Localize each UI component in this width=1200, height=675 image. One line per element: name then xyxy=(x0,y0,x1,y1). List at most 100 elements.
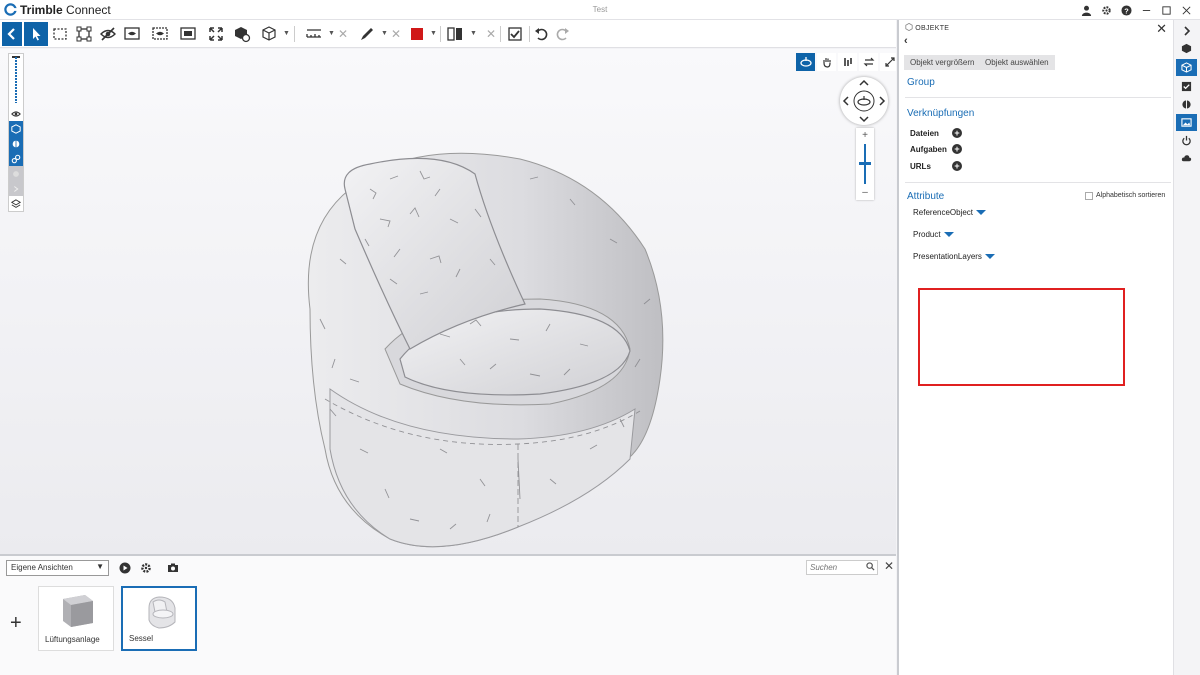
armchair-preview xyxy=(148,596,176,629)
chevron-down-icon: ▼ xyxy=(96,562,104,571)
add-task-icon[interactable]: + xyxy=(952,144,962,154)
caret-down-icon xyxy=(984,254,995,260)
attribute-row[interactable]: Product xyxy=(913,230,954,239)
view-side-toolbar xyxy=(8,53,24,212)
checklist-box-icon xyxy=(508,27,522,41)
view-thumbnail-selected[interactable]: Sessel xyxy=(121,586,197,651)
cube-view-icon[interactable] xyxy=(9,121,23,136)
clear-section-icon[interactable]: ✕ xyxy=(486,27,496,41)
toolbar-divider xyxy=(440,26,441,42)
color-picker-button[interactable] xyxy=(405,22,429,46)
layers-icon[interactable] xyxy=(9,196,23,211)
expand-arrow-icon xyxy=(9,181,23,196)
add-view-button[interactable]: + xyxy=(10,612,22,635)
navigation-wheel[interactable] xyxy=(840,77,888,125)
slider-track[interactable] xyxy=(9,54,23,106)
walk-tool-icon[interactable] xyxy=(838,53,857,71)
view-cube-dropdown-caret[interactable]: ▼ xyxy=(283,30,290,37)
close-panel-icon[interactable]: ✕ xyxy=(1156,21,1167,37)
eye-slash-icon xyxy=(100,27,116,41)
play-button[interactable] xyxy=(117,560,133,576)
object-icon[interactable] xyxy=(1176,59,1197,76)
checklist-icon[interactable] xyxy=(1176,78,1197,95)
measure-tool-button[interactable] xyxy=(302,22,326,46)
view-mode-button-1[interactable] xyxy=(120,22,144,46)
user-icon[interactable] xyxy=(1078,2,1094,18)
fit-all-button[interactable] xyxy=(204,22,228,46)
camera-button[interactable] xyxy=(165,560,181,576)
object-settings-button[interactable] xyxy=(230,22,254,46)
minimize-icon[interactable] xyxy=(1138,2,1154,18)
clear-measure-icon[interactable]: ✕ xyxy=(338,27,348,41)
play-icon xyxy=(119,562,131,574)
clear-markup-icon[interactable]: ✕ xyxy=(391,27,401,41)
zoom-slider[interactable]: + – xyxy=(856,128,874,200)
redo-button[interactable] xyxy=(550,22,574,46)
fullscreen-icon[interactable] xyxy=(880,53,896,71)
color-dropdown-caret[interactable]: ▼ xyxy=(430,30,437,37)
clash-icon[interactable] xyxy=(1176,96,1197,113)
measure-dropdown-caret[interactable]: ▼ xyxy=(328,30,335,37)
fit-selection-button[interactable] xyxy=(72,22,96,46)
section-dropdown-caret[interactable]: ▼ xyxy=(470,30,477,37)
ventilation-unit-preview xyxy=(63,595,93,627)
view-mode-button-3[interactable] xyxy=(176,22,200,46)
pointer-icon xyxy=(33,28,41,41)
view-thumbnail[interactable]: Lüftungsanlage xyxy=(38,586,114,651)
redo-icon xyxy=(556,28,569,41)
objects-panel: OBJEKTE ✕ ‹ Objekt vergrößern Objekt aus… xyxy=(897,20,1173,675)
hide-object-button[interactable] xyxy=(96,22,120,46)
marquee-icon xyxy=(53,28,67,40)
group-label[interactable]: Group xyxy=(907,77,935,88)
attributes-section-title[interactable]: Attribute xyxy=(907,191,944,202)
clash-view-icon[interactable] xyxy=(9,136,23,151)
gear-icon[interactable] xyxy=(1098,2,1114,18)
document-title: Test xyxy=(592,5,608,14)
divider xyxy=(905,182,1171,183)
help-icon[interactable]: ? xyxy=(1118,2,1134,18)
link-row-urls: URLs xyxy=(910,162,931,171)
back-chevron-icon[interactable]: ‹ xyxy=(904,35,908,47)
views-select[interactable]: Eigene Ansichten ▼ xyxy=(6,560,109,576)
zoom-object-button[interactable]: Objekt vergrößern xyxy=(904,55,981,70)
image-icon[interactable] xyxy=(1176,114,1197,131)
orbit-tool-icon[interactable] xyxy=(796,53,815,71)
select-object-button[interactable]: Objekt auswählen xyxy=(979,55,1055,70)
select-tool-button[interactable] xyxy=(24,22,48,46)
view-thumbnail-label: Lüftungsanlage xyxy=(45,635,100,644)
views-panel: Eigene Ansichten ▼ ✕ + Lüftungsanlage Se… xyxy=(0,554,896,675)
close-icon[interactable] xyxy=(1178,2,1194,18)
close-panel-icon[interactable]: ✕ xyxy=(884,559,894,573)
sort-alphabetical-label[interactable]: Alphabetisch sortieren xyxy=(1096,192,1165,199)
view-mode-button-2[interactable] xyxy=(148,22,172,46)
divider xyxy=(905,97,1171,98)
collapse-toolbar-button[interactable] xyxy=(2,22,22,46)
eye-icon[interactable] xyxy=(9,106,23,121)
links-section-title[interactable]: Verknüpfungen xyxy=(907,108,974,119)
add-url-icon[interactable]: + xyxy=(952,161,962,171)
cube-icon[interactable] xyxy=(1176,40,1197,57)
3d-viewport[interactable]: + – xyxy=(0,49,896,554)
attribute-row[interactable]: ReferenceObject xyxy=(913,208,987,217)
pan-hand-icon[interactable] xyxy=(817,53,836,71)
markup-pen-button[interactable] xyxy=(355,22,379,46)
area-select-button[interactable] xyxy=(48,22,72,46)
armchair-3d-model[interactable] xyxy=(290,119,680,554)
rotate-tool-icon[interactable] xyxy=(859,53,878,71)
clash-check-button[interactable] xyxy=(503,22,527,46)
display-eye-dashed-icon xyxy=(152,27,168,40)
power-icon[interactable] xyxy=(1176,132,1197,149)
sort-alphabetical-checkbox[interactable] xyxy=(1085,192,1093,200)
add-file-icon[interactable]: + xyxy=(952,128,962,138)
link-icon[interactable] xyxy=(9,151,23,166)
pen-dropdown-caret[interactable]: ▼ xyxy=(381,30,388,37)
attribute-row[interactable]: PresentationLayers xyxy=(913,252,995,261)
views-settings-button[interactable] xyxy=(138,560,154,576)
view-cube-button[interactable] xyxy=(257,22,281,46)
cloud-icon[interactable] xyxy=(1176,150,1197,167)
section-tool-button[interactable] xyxy=(443,22,467,46)
side-icon-rail xyxy=(1173,20,1200,675)
search-icon[interactable] xyxy=(866,562,875,573)
maximize-icon[interactable] xyxy=(1158,2,1174,18)
chevron-right-icon[interactable] xyxy=(1176,22,1197,39)
